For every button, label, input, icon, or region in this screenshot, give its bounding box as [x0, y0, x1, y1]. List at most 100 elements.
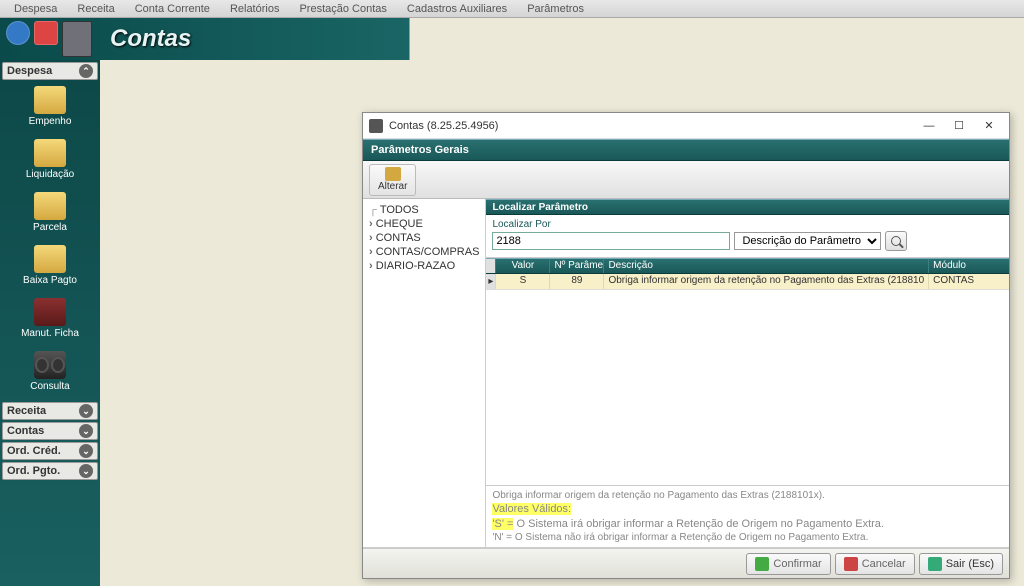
col-header-valor[interactable]: Valor [496, 259, 550, 273]
app-header: Contas [0, 18, 1024, 60]
tree-item-diario-razao[interactable]: DIARIO-RAZAO [367, 259, 481, 273]
safe-icon [62, 21, 92, 57]
sidebar-group-label: Ord. Pgto. [7, 465, 60, 477]
search-controls: Descrição do Parâmetro [492, 231, 1009, 251]
header-icon-2[interactable] [34, 21, 58, 45]
chevron-down-icon: ⌄ [79, 464, 93, 478]
sidebar-item-manut-ficha[interactable]: Manut. Ficha [0, 294, 100, 347]
cell-valor: S [496, 274, 550, 289]
help-panel: Obriga informar origem da retenção no Pa… [486, 485, 1009, 547]
sidebar-group-contas[interactable]: Contas ⌄ [2, 422, 98, 440]
folder-icon [34, 86, 66, 114]
sidebar-item-consulta[interactable]: Consulta [0, 347, 100, 400]
app-title: Contas [98, 25, 191, 53]
window-body: TODOS CHEQUE CONTAS CONTAS/COMPRAS DIARI… [363, 199, 1009, 548]
sidebar-group-ord-cred[interactable]: Ord. Créd. ⌄ [2, 442, 98, 460]
header-icon-1[interactable] [6, 21, 30, 45]
menu-prestacao[interactable]: Prestação Contas [289, 1, 396, 17]
exit-icon [928, 557, 942, 571]
search-label: Localizar Por [492, 219, 1009, 230]
window-title: Contas (8.25.25.4956) [389, 120, 921, 132]
sidebar: Despesa ⌃ Empenho Liquidação Parcela Bai… [0, 60, 100, 586]
sidebar-group-despesa[interactable]: Despesa ⌃ [2, 62, 98, 80]
result-grid: Valor Nº Parâmetro Descrição Módulo Tipo… [486, 258, 1009, 290]
minimize-button[interactable]: — [921, 118, 937, 134]
window-toolbar: Alterar [363, 161, 1009, 199]
search-input[interactable] [492, 232, 730, 250]
sidebar-item-liquidacao[interactable]: Liquidação [0, 135, 100, 188]
sidebar-group-label: Receita [7, 405, 46, 417]
menu-cadastros[interactable]: Cadastros Auxiliares [397, 1, 517, 17]
close-button[interactable]: ✕ [981, 118, 997, 134]
help-highlight: 'S' = [492, 518, 513, 530]
grid-header: Valor Nº Parâmetro Descrição Módulo Tipo… [486, 258, 1009, 274]
sidebar-item-empenho[interactable]: Empenho [0, 82, 100, 135]
chevron-up-icon: ⌃ [79, 64, 93, 78]
help-line: Obriga informar origem da retenção no Pa… [492, 489, 1009, 502]
chevron-down-icon: ⌄ [79, 444, 93, 458]
help-highlight: Valores Válidos: [492, 503, 571, 515]
edit-icon [385, 167, 401, 181]
search-button[interactable] [885, 231, 907, 251]
col-header-desc[interactable]: Descrição [604, 259, 929, 273]
search-header: Localizar Parâmetro [486, 199, 1009, 215]
tree-panel: TODOS CHEQUE CONTAS CONTAS/COMPRAS DIARI… [363, 199, 486, 547]
check-icon [755, 557, 769, 571]
col-header-num[interactable]: Nº Parâmetro [550, 259, 604, 273]
sidebar-item-label: Manut. Ficha [21, 328, 79, 339]
sidebar-item-label: Liquidação [26, 169, 74, 180]
help-text: O Sistema irá obrigar informar a Retençã… [513, 518, 884, 530]
menu-despesa[interactable]: Despesa [4, 1, 67, 17]
sidebar-group-label: Contas [7, 425, 44, 437]
chevron-down-icon: ⌄ [79, 404, 93, 418]
window-controls: — ☐ ✕ [921, 118, 1003, 134]
tree-item-contas-compras[interactable]: CONTAS/COMPRAS [367, 245, 481, 259]
row-indicator-header [486, 259, 496, 273]
sidebar-item-label: Consulta [30, 381, 69, 392]
window-titlebar[interactable]: Contas (8.25.25.4956) — ☐ ✕ [363, 113, 1009, 139]
parametros-window: Contas (8.25.25.4956) — ☐ ✕ Parâmetros G… [362, 112, 1010, 579]
sidebar-item-parcela[interactable]: Parcela [0, 188, 100, 241]
footer-btn-label: Sair (Esc) [946, 558, 994, 570]
sidebar-item-label: Parcela [33, 222, 67, 233]
sair-button[interactable]: Sair (Esc) [919, 553, 1003, 575]
confirmar-button[interactable]: Confirmar [746, 553, 830, 575]
maximize-button[interactable]: ☐ [951, 118, 967, 134]
main-area: Contas (8.25.25.4956) — ☐ ✕ Parâmetros G… [100, 60, 1024, 586]
search-icon [891, 236, 901, 246]
content-panel: Localizar Parâmetro Localizar Por Descri… [486, 199, 1009, 547]
help-line: Valores Válidos: [492, 502, 1009, 516]
tree-item-todos[interactable]: TODOS [367, 203, 481, 217]
help-line: 'S' = O Sistema irá obrigar informar a R… [492, 517, 1009, 531]
menubar: Despesa Receita Conta Corrente Relatório… [0, 0, 1024, 18]
window-footer: Confirmar Cancelar Sair (Esc) [363, 548, 1009, 578]
sidebar-group-label: Despesa [7, 65, 52, 77]
col-header-mod[interactable]: Módulo [929, 259, 1009, 273]
table-row[interactable]: ▸ S 89 Obriga informar origem da retençã… [486, 274, 1009, 290]
sidebar-group-ord-pgto[interactable]: Ord. Pgto. ⌄ [2, 462, 98, 480]
app-icon [369, 119, 383, 133]
help-line: 'N' = O Sistema não irá obrigar informar… [492, 531, 1009, 544]
window-subtitle: Parâmetros Gerais [363, 139, 1009, 161]
cell-desc: Obriga informar origem da retenção no Pa… [604, 274, 929, 289]
menu-parametros[interactable]: Parâmetros [517, 1, 594, 17]
sidebar-item-baixa-pagto[interactable]: Baixa Pagto [0, 241, 100, 294]
tree-item-cheque[interactable]: CHEQUE [367, 217, 481, 231]
menu-receita[interactable]: Receita [67, 1, 124, 17]
footer-btn-label: Confirmar [773, 558, 821, 570]
menu-conta-corrente[interactable]: Conta Corrente [125, 1, 220, 17]
sidebar-item-label: Empenho [29, 116, 72, 127]
alterar-button[interactable]: Alterar [369, 164, 416, 196]
cancelar-button[interactable]: Cancelar [835, 553, 915, 575]
sidebar-group-receita[interactable]: Receita ⌄ [2, 402, 98, 420]
binoculars-icon [34, 351, 66, 379]
tree-item-contas[interactable]: CONTAS [367, 231, 481, 245]
search-select[interactable]: Descrição do Parâmetro [734, 232, 881, 250]
chevron-down-icon: ⌄ [79, 424, 93, 438]
folder-icon [34, 192, 66, 220]
sidebar-item-label: Baixa Pagto [23, 275, 77, 286]
cancel-icon [844, 557, 858, 571]
menu-relatorios[interactable]: Relatórios [220, 1, 290, 17]
grid-empty-area [486, 290, 1009, 485]
sidebar-group-label: Ord. Créd. [7, 445, 61, 457]
